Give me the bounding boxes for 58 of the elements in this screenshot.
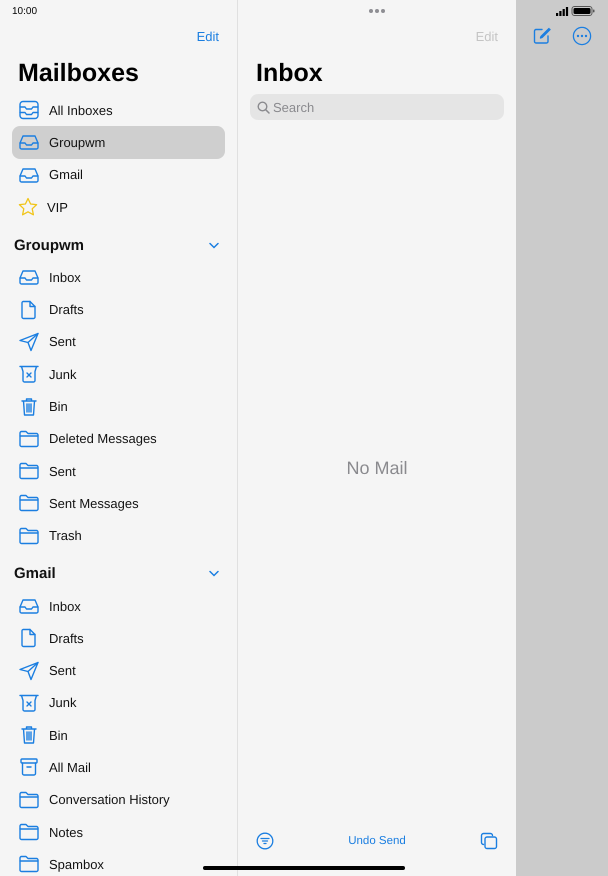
junk-bin-icon [18, 692, 40, 713]
mailboxes-title: Mailboxes [17, 58, 140, 89]
edit-button[interactable]: Edit [196, 28, 219, 44]
folder-item[interactable]: All Mail [12, 751, 225, 784]
mailbox-item[interactable]: Groupwm [12, 126, 225, 159]
archive-box-icon [18, 757, 40, 778]
account-heading: Gmail [14, 565, 56, 582]
inbox-title: Inbox [255, 58, 324, 89]
folder-item[interactable]: Drafts [12, 293, 225, 326]
inboxes-icon [18, 100, 40, 120]
status-icons [556, 6, 596, 16]
mailbox-item[interactable]: VIP [12, 190, 225, 224]
folder-item[interactable]: Trash [12, 520, 225, 552]
multitasking-dots-icon[interactable] [368, 9, 386, 13]
folder-item[interactable]: Notes [12, 816, 225, 848]
search-icon [257, 100, 270, 114]
folder-item[interactable]: Drafts [12, 622, 225, 654]
folder-icon [18, 823, 40, 842]
folder-item[interactable]: Inbox [12, 590, 225, 622]
status-time: 10:00 [12, 6, 38, 16]
undo-send-button[interactable]: Undo Send [348, 835, 406, 847]
folder-icon [18, 790, 40, 809]
folder-item[interactable]: Sent [12, 454, 225, 488]
folder-icon [18, 526, 40, 545]
compose-icon[interactable] [532, 27, 550, 45]
windows-icon[interactable] [480, 832, 498, 850]
empty-message: No Mail [346, 458, 408, 478]
star-icon [18, 197, 38, 218]
folder-item[interactable]: Deleted Messages [12, 422, 225, 455]
folder-item[interactable]: Inbox [12, 261, 225, 294]
paper-plane-icon [18, 660, 40, 681]
inbox-icon [18, 166, 40, 183]
chevron-icon[interactable] [209, 570, 219, 578]
folder-item[interactable]: Sent [12, 326, 225, 358]
inbox-icon [18, 134, 40, 150]
paper-plane-icon [18, 332, 40, 352]
folder-icon [18, 494, 40, 512]
mailbox-item[interactable]: All Inboxes [12, 94, 225, 126]
folder-item[interactable]: Junk [12, 358, 225, 390]
folder-item[interactable]: Junk [12, 686, 225, 720]
folder-icon [18, 855, 40, 874]
mailbox-item[interactable]: Gmail [12, 158, 225, 191]
folder-item[interactable]: Spambox [12, 848, 225, 876]
inbox-icon [18, 269, 40, 286]
folder-item[interactable]: Conversation History [12, 784, 225, 816]
chevron-icon[interactable] [209, 242, 219, 249]
folder-item[interactable]: Sent Messages [12, 487, 225, 520]
search-field[interactable]: Search [250, 94, 504, 120]
folder-item[interactable]: Bin [12, 390, 225, 423]
folder-item[interactable]: Bin [12, 719, 225, 752]
more-icon[interactable] [572, 26, 592, 46]
filter-icon[interactable] [256, 832, 274, 850]
junk-bin-icon [18, 364, 40, 384]
folder-icon [18, 430, 40, 448]
account-heading: Groupwm [14, 236, 84, 254]
folder-item[interactable]: Sent [12, 654, 225, 687]
folder-icon [18, 462, 40, 480]
inbox-icon [18, 598, 40, 614]
